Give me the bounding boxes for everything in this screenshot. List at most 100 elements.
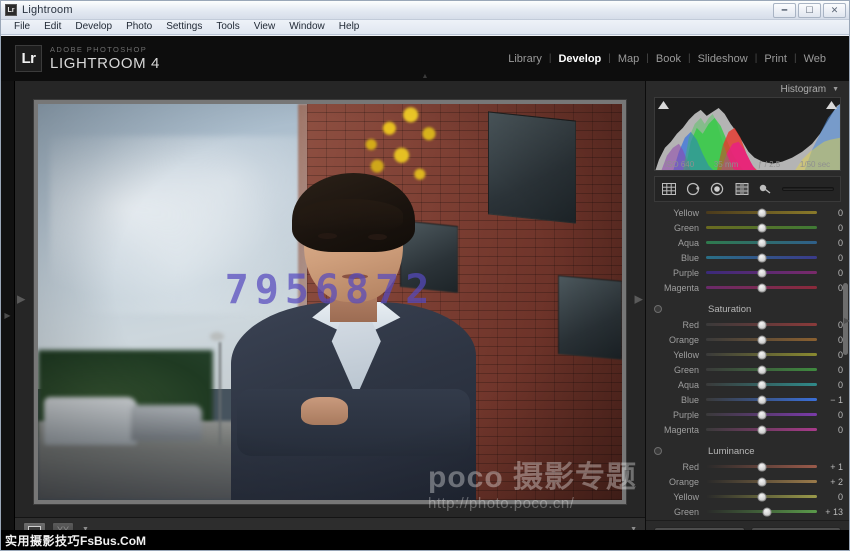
slider-row[interactable]: Green + 13 [646,504,849,519]
maximize-button[interactable]: ☐ [798,3,821,18]
histogram-chevron-down-icon[interactable]: ▼ [832,86,839,93]
module-book[interactable]: Book [649,53,688,65]
saturation-section-header[interactable]: Saturation [646,301,849,317]
slider-row[interactable]: Magenta 0 [646,280,849,295]
identity-plate[interactable]: Lr ADOBE PHOTOSHOP LIGHTROOM 4 [15,45,160,72]
slider-knob[interactable] [757,223,766,232]
target-adjust-icon[interactable] [654,305,662,313]
slider-track[interactable] [706,480,817,483]
menu-file[interactable]: File [7,20,37,34]
slider-track[interactable] [706,383,817,386]
luminance-section-header[interactable]: Luminance [646,443,849,459]
slider-row[interactable]: Red + 1 [646,459,849,474]
slider-knob[interactable] [757,410,766,419]
red-eye-correction-icon[interactable] [710,182,725,196]
module-library[interactable]: Library [501,53,549,65]
histogram-graph[interactable]: ISO 640 35 mm ƒ / 2.5 1/50 sec [654,97,841,171]
slider-track[interactable] [706,353,817,356]
slider-row[interactable]: Magenta 0 [646,422,849,437]
menu-help[interactable]: Help [332,20,367,34]
slider-knob[interactable] [757,380,766,389]
menu-view[interactable]: View [247,20,283,34]
slider-row[interactable]: Aqua + 17 [646,519,849,520]
previous-photo-arrow[interactable]: ▶ [17,293,25,306]
next-photo-arrow[interactable]: ▶ [635,293,643,306]
menu-tools[interactable]: Tools [209,20,246,34]
slider-knob[interactable] [757,462,766,471]
hsl-panel-scroll-area[interactable]: Yellow 0 Green 0 Aqua 0 [646,205,849,520]
module-develop[interactable]: Develop [551,53,608,65]
slider-knob[interactable] [757,320,766,329]
slider-track[interactable] [706,286,817,289]
menu-window[interactable]: Window [282,20,332,34]
slider-track[interactable] [706,338,817,341]
slider-row[interactable]: Blue 0 [646,250,849,265]
left-panel-collapsed-rail[interactable]: ▶ [1,81,15,550]
target-adjust-icon[interactable] [654,447,662,455]
right-panel-collapse-arrow[interactable]: ▶ [844,316,850,325]
slider-row[interactable]: Orange 0 [646,332,849,347]
slider-track[interactable] [706,323,817,326]
slider-track[interactable] [706,465,817,468]
module-web[interactable]: Web [797,53,833,65]
minimize-button[interactable]: ━ [773,3,796,18]
module-slideshow[interactable]: Slideshow [691,53,755,65]
slider-knob[interactable] [763,507,772,516]
brush-size-slider[interactable] [782,187,834,191]
menu-photo[interactable]: Photo [119,20,159,34]
slider-row[interactable]: Green 0 [646,362,849,377]
photo-frame[interactable]: 7956872 [34,100,626,504]
slider-knob[interactable] [757,253,766,262]
slider-track[interactable] [706,413,817,416]
left-panel-expand-arrow[interactable]: ▶ [4,311,10,320]
slider-row[interactable]: Purple 0 [646,407,849,422]
slider-row[interactable]: Yellow 0 [646,489,849,504]
slider-row[interactable]: Blue − 1 [646,392,849,407]
module-map[interactable]: Map [611,53,646,65]
menu-edit[interactable]: Edit [37,20,68,34]
slider-track[interactable] [706,368,817,371]
menu-settings[interactable]: Settings [159,20,209,34]
slider-knob[interactable] [757,335,766,344]
slider-knob[interactable] [757,492,766,501]
menu-develop[interactable]: Develop [68,20,119,34]
slider-label: Green [652,365,706,375]
slider-knob[interactable] [757,208,766,217]
adjustment-brush-icon[interactable] [759,183,771,195]
photo-image[interactable]: 7956872 [38,104,622,500]
slider-row[interactable]: Yellow 0 [646,205,849,220]
slider-knob[interactable] [757,395,766,404]
slider-track[interactable] [706,241,817,244]
slider-knob[interactable] [757,477,766,486]
crop-overlay-icon[interactable] [661,182,677,196]
slider-value: + 2 [817,477,843,487]
slider-row[interactable]: Aqua 0 [646,235,849,250]
histogram-header[interactable]: Histogram ▼ [646,81,849,97]
top-panel-collapse-arrow[interactable]: ▲ [395,73,455,81]
slider-track[interactable] [706,271,817,274]
slider-row[interactable]: Yellow 0 [646,347,849,362]
close-button[interactable]: ✕ [823,3,846,18]
menubar: File Edit Develop Photo Settings Tools V… [1,20,849,35]
slider-row[interactable]: Red 0 [646,317,849,332]
slider-knob[interactable] [757,268,766,277]
slider-knob[interactable] [757,365,766,374]
module-print[interactable]: Print [757,53,794,65]
spot-removal-icon[interactable] [686,182,701,196]
slider-track[interactable] [706,226,817,229]
slider-knob[interactable] [757,425,766,434]
slider-track[interactable] [706,211,817,214]
slider-track[interactable] [706,398,817,401]
slider-row[interactable]: Orange + 2 [646,474,849,489]
slider-knob[interactable] [757,238,766,247]
slider-track[interactable] [706,256,817,259]
slider-track[interactable] [706,495,817,498]
slider-row[interactable]: Purple 0 [646,265,849,280]
slider-track[interactable] [706,428,817,431]
slider-knob[interactable] [757,350,766,359]
slider-knob[interactable] [757,283,766,292]
graduated-filter-icon[interactable] [734,182,750,196]
slider-track[interactable] [706,510,817,513]
slider-row[interactable]: Aqua 0 [646,377,849,392]
slider-row[interactable]: Green 0 [646,220,849,235]
